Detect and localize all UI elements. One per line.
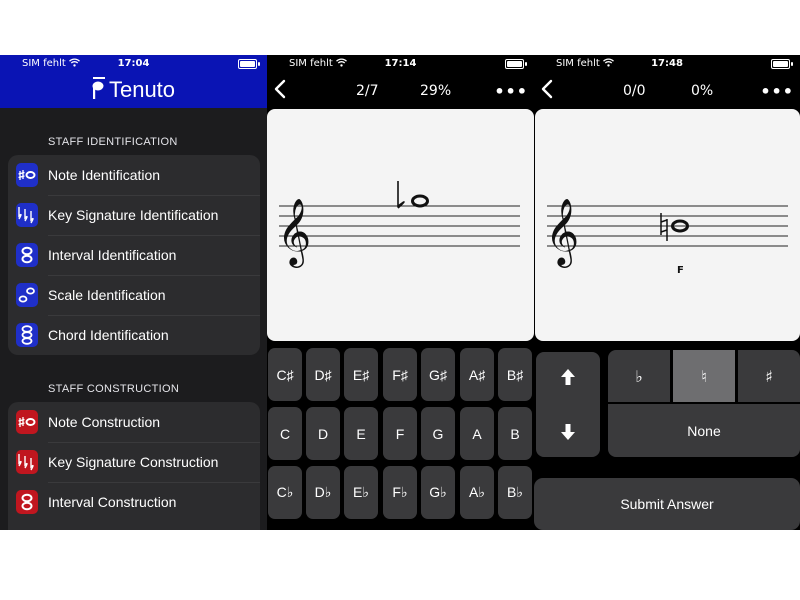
menu-item-scale-identification[interactable]: Scale Identification [8,275,260,315]
key-b[interactable]: B [498,407,532,460]
accidental-selector: ♭ ♮ ♯ None [608,350,800,457]
section-title-construction: STAFF CONSTRUCTION [48,383,180,395]
arrow-down-icon [561,424,575,440]
progress-counter: 2/7 [356,83,379,99]
interval-icon [16,243,38,267]
back-chevron-icon[interactable] [541,79,553,99]
treble-clef-icon: 𝄞 [545,197,579,268]
key-f[interactable]: F [383,407,417,460]
menu-item-label: Key Signature Construction [48,454,219,470]
submit-answer-button[interactable]: Submit Answer [534,478,800,530]
status-bar: SIM fehlt 17:04 [0,55,267,73]
accidental-flat-button[interactable]: ♭ [608,350,670,402]
score-percent: 0% [691,83,714,99]
menu-item-label: Scale Identification [48,287,166,303]
tenuto-logo-icon [92,77,105,99]
status-bar: SIM fehlt 17:48 [534,55,800,73]
battery-icon [505,59,524,69]
note-flat-accidental [397,181,405,209]
staff-card: 𝄞 [267,109,534,341]
status-time: 17:14 [384,58,417,69]
key-a-flat[interactable]: A♭ [460,466,494,519]
more-options-icon[interactable]: ••• [760,82,794,101]
more-options-icon[interactable]: ••• [494,82,528,101]
navigation-bar: 0/0 0% ••• [534,73,800,109]
chord-icon [16,323,38,347]
music-staff: 𝄞 [545,197,788,268]
back-chevron-icon[interactable] [274,79,286,99]
accidental-natural-button[interactable]: ♮ [673,350,735,402]
key-d-sharp[interactable]: D♯ [306,348,340,401]
status-bar: SIM fehlt 17:14 [267,55,534,73]
menu-item-label: Note Construction [48,414,161,430]
note-natural-accidental [660,213,668,241]
treble-clef-icon: 𝄞 [277,197,311,268]
key-e[interactable]: E [344,407,378,460]
score-counter: 0/0 [623,83,646,99]
identification-group: Note Identification Key Signature Identi… [8,155,260,355]
arrow-up-icon [561,369,575,385]
identification-exercise-screen: SIM fehlt 17:14 2/7 29% ••• 𝄞 C♯ D♯ E♯ F… [267,55,534,530]
construction-exercise-screen: SIM fehlt 17:48 0/0 0% ••• 𝄞 F ♭ ♮ ♯ Non… [534,55,800,530]
whole-note [411,194,429,208]
accidental-none-button[interactable]: None [608,404,800,457]
menu-item-note-construction[interactable]: Note Construction [8,402,260,442]
pitch-stepper [536,352,600,457]
section-title-identification: STAFF IDENTIFICATION [48,136,178,148]
key-c-flat[interactable]: C♭ [268,466,302,519]
key-f-flat[interactable]: F♭ [383,466,417,519]
menu-item-chord-identification[interactable]: Chord Identification [8,315,260,355]
menu-screen: SIM fehlt 17:04 Tenuto STAFF IDENTIFICAT… [0,55,267,530]
key-signature-flats-icon [16,203,38,227]
menu-item-note-identification[interactable]: Note Identification [8,155,260,195]
app-title: Tenuto [0,77,267,103]
key-g-sharp[interactable]: G♯ [421,348,455,401]
key-g[interactable]: G [421,407,455,460]
key-signature-flats-icon [16,450,38,474]
menu-item-label: Chord Identification [48,327,169,343]
music-staff: 𝄞 [277,181,520,268]
note-sharp-icon [16,410,38,434]
menu-item-label: Key Signature Identification [48,207,219,223]
menu-item-interval-identification[interactable]: Interval Identification [8,235,260,275]
key-d[interactable]: D [306,407,340,460]
construction-group: Note Construction Key Signature Construc… [8,402,260,530]
key-a-sharp[interactable]: A♯ [460,348,494,401]
battery-icon [771,59,790,69]
key-b-sharp[interactable]: B♯ [498,348,532,401]
progress-percent: 29% [420,83,452,99]
navigation-bar: 2/7 29% ••• [267,73,534,109]
key-a[interactable]: A [460,407,494,460]
note-sharp-icon [16,163,38,187]
scale-icon [16,283,38,307]
menu-item-interval-construction[interactable]: Interval Construction [8,482,260,522]
status-time: 17:48 [651,58,683,69]
staff-card[interactable]: 𝄞 F [535,109,800,341]
battery-icon [238,59,257,69]
menu-item-label: Note Identification [48,167,161,183]
menu-item-key-signature-construction[interactable]: Key Signature Construction [8,442,260,482]
key-c[interactable]: C [268,407,302,460]
menu-item-key-signature-identification[interactable]: Key Signature Identification [8,195,260,235]
pitch-up-button[interactable] [536,352,600,402]
key-b-flat[interactable]: B♭ [498,466,532,519]
accidental-sharp-button[interactable]: ♯ [738,350,800,402]
key-f-sharp[interactable]: F♯ [383,348,417,401]
key-e-flat[interactable]: E♭ [344,466,378,519]
menu-item-label: Interval Construction [48,494,177,510]
key-e-sharp[interactable]: E♯ [344,348,378,401]
key-c-sharp[interactable]: C♯ [268,348,302,401]
key-d-flat[interactable]: D♭ [306,466,340,519]
status-time: 17:04 [117,58,150,69]
note-name-label: F [677,265,684,276]
pitch-down-button[interactable] [536,407,600,457]
menu-item-label: Interval Identification [48,247,177,263]
interval-icon [16,490,38,514]
key-g-flat[interactable]: G♭ [421,466,455,519]
